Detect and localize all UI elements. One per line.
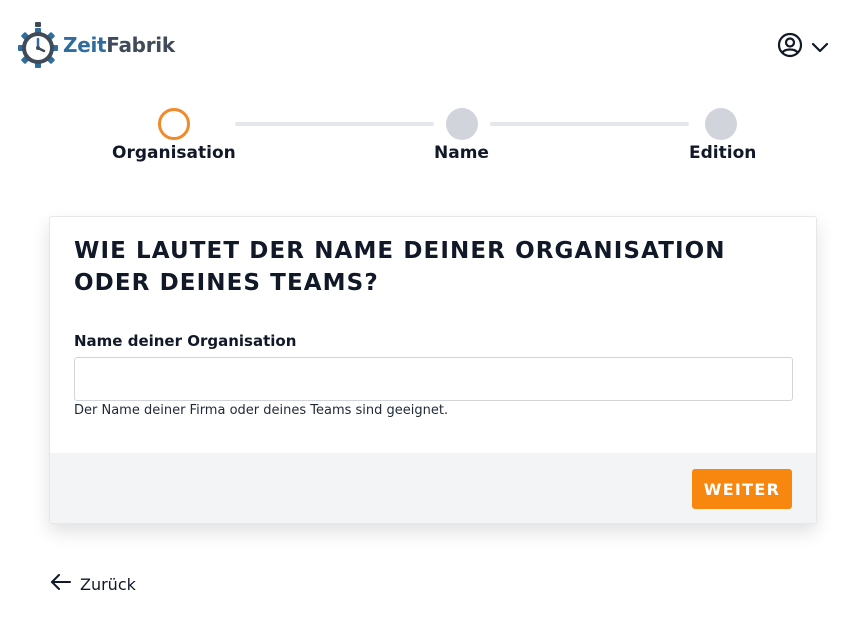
org-name-input[interactable] bbox=[74, 357, 793, 401]
arrow-left-icon bbox=[50, 574, 72, 594]
org-name-help-text: Der Name deiner Firma oder deines Teams … bbox=[74, 403, 449, 418]
back-link[interactable]: Zurück bbox=[50, 574, 136, 594]
step-connector-2 bbox=[490, 122, 689, 126]
progress-stepper: Organisation Name Edition bbox=[0, 0, 865, 180]
step-1-label: Organisation bbox=[112, 143, 236, 163]
form-title: WIE LAUTET DER NAME DEINER ORGANISATION … bbox=[74, 238, 726, 296]
step-3-indicator bbox=[705, 108, 737, 140]
organisation-form-card: WIE LAUTET DER NAME DEINER ORGANISATION … bbox=[49, 216, 817, 524]
step-2-label: Name bbox=[434, 143, 489, 163]
step-2-indicator bbox=[446, 108, 478, 140]
org-name-label: Name deiner Organisation bbox=[74, 332, 297, 350]
step-connector-1 bbox=[235, 122, 434, 126]
step-1-indicator bbox=[158, 108, 190, 140]
form-footer: WEITER bbox=[50, 453, 816, 523]
next-button[interactable]: WEITER bbox=[692, 469, 792, 509]
step-3-label: Edition bbox=[689, 143, 757, 163]
back-link-label: Zurück bbox=[80, 574, 136, 594]
